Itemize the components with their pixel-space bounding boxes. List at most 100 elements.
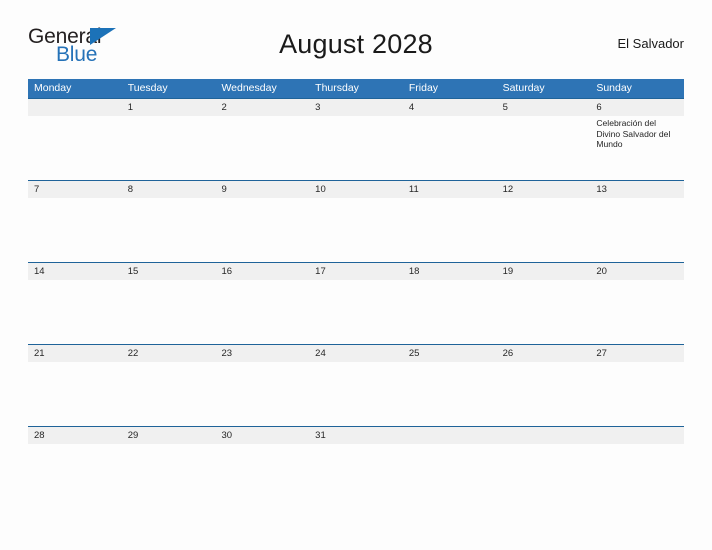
- day-cell[interactable]: [215, 444, 309, 508]
- day-cell[interactable]: [215, 116, 309, 180]
- day-cell[interactable]: [215, 280, 309, 344]
- week-date-band: 21 22 23 24 25 26 27: [28, 344, 684, 362]
- week-event-band: [28, 280, 684, 344]
- day-cell[interactable]: [215, 198, 309, 262]
- day-cell[interactable]: [28, 444, 122, 508]
- day-number[interactable]: 6: [590, 99, 684, 116]
- week-date-band: 1 2 3 4 5 6: [28, 98, 684, 116]
- calendar-weeks: 1 2 3 4 5 6 Celebración del Divino Salva…: [28, 98, 684, 508]
- day-cell[interactable]: [122, 362, 216, 426]
- day-number[interactable]: 12: [497, 181, 591, 198]
- day-number[interactable]: 15: [122, 263, 216, 280]
- day-cell[interactable]: [28, 362, 122, 426]
- day-cell[interactable]: [215, 362, 309, 426]
- day-cell[interactable]: [590, 280, 684, 344]
- calendar-week-row: 28 29 30 31: [28, 426, 684, 508]
- day-number[interactable]: 19: [497, 263, 591, 280]
- week-event-band: Celebración del Divino Salvador del Mund…: [28, 116, 684, 180]
- day-cell[interactable]: [403, 280, 497, 344]
- weekday-header-thursday: Thursday: [315, 82, 359, 94]
- week-event-band: [28, 444, 684, 508]
- day-number[interactable]: 27: [590, 345, 684, 362]
- day-cell[interactable]: [403, 198, 497, 262]
- week-event-band: [28, 198, 684, 262]
- day-cell[interactable]: [497, 280, 591, 344]
- day-cell[interactable]: [590, 444, 684, 508]
- weekday-header-row: Monday Tuesday Wednesday Thursday Friday…: [28, 79, 684, 98]
- weekday-header-tuesday: Tuesday: [127, 82, 168, 94]
- weekday-header-wednesday: Wednesday: [221, 82, 277, 94]
- day-cell[interactable]: [28, 116, 122, 180]
- day-event: Celebración del Divino Salvador del Mund…: [596, 118, 671, 150]
- week-date-band: 7 8 9 10 11 12 13: [28, 180, 684, 198]
- day-cell[interactable]: [309, 362, 403, 426]
- weekday-header-friday: Friday: [408, 82, 439, 94]
- calendar-week-row: 7 8 9 10 11 12 13: [28, 180, 684, 262]
- day-number[interactable]: 25: [403, 345, 497, 362]
- day-cell[interactable]: [28, 280, 122, 344]
- day-cell[interactable]: [590, 198, 684, 262]
- day-number[interactable]: [28, 99, 122, 116]
- calendar-grid: Monday Tuesday Wednesday Thursday Friday…: [28, 79, 684, 508]
- day-cell[interactable]: [122, 116, 216, 180]
- day-cell[interactable]: [497, 444, 591, 508]
- day-number[interactable]: 8: [122, 181, 216, 198]
- page-title: August 2028: [279, 29, 433, 59]
- day-number[interactable]: 2: [215, 99, 309, 116]
- week-date-band: 28 29 30 31: [28, 426, 684, 444]
- day-number[interactable]: 13: [590, 181, 684, 198]
- weekday-header-saturday: Saturday: [502, 82, 545, 94]
- day-number[interactable]: 4: [403, 99, 497, 116]
- day-cell[interactable]: [309, 444, 403, 508]
- day-cell[interactable]: [403, 116, 497, 180]
- day-cell[interactable]: [497, 198, 591, 262]
- day-number[interactable]: 30: [215, 427, 309, 444]
- day-cell[interactable]: [309, 280, 403, 344]
- calendar-page: General Blue August 2028 El Salvador Mon…: [0, 0, 712, 550]
- day-cell[interactable]: [28, 198, 122, 262]
- day-cell[interactable]: [590, 362, 684, 426]
- day-number[interactable]: 26: [497, 345, 591, 362]
- day-number[interactable]: 22: [122, 345, 216, 362]
- calendar-week-row: 1 2 3 4 5 6 Celebración del Divino Salva…: [28, 98, 684, 180]
- day-cell[interactable]: [403, 444, 497, 508]
- week-event-band: [28, 362, 684, 426]
- calendar-week-row: 21 22 23 24 25 26 27: [28, 344, 684, 426]
- day-number[interactable]: 14: [28, 263, 122, 280]
- weekday-header-monday: Monday: [34, 82, 72, 94]
- day-number[interactable]: 31: [309, 427, 403, 444]
- day-cell[interactable]: [309, 116, 403, 180]
- day-cell[interactable]: [122, 198, 216, 262]
- day-number[interactable]: 7: [28, 181, 122, 198]
- day-cell[interactable]: [497, 362, 591, 426]
- day-number[interactable]: 18: [403, 263, 497, 280]
- day-number[interactable]: 21: [28, 345, 122, 362]
- day-number[interactable]: [497, 427, 591, 444]
- day-number[interactable]: [590, 427, 684, 444]
- day-cell[interactable]: [403, 362, 497, 426]
- day-cell[interactable]: [122, 444, 216, 508]
- page-header: General Blue August 2028 El Salvador: [28, 22, 684, 72]
- day-number[interactable]: 17: [309, 263, 403, 280]
- day-number[interactable]: 9: [215, 181, 309, 198]
- day-number[interactable]: 5: [497, 99, 591, 116]
- day-number[interactable]: 1: [122, 99, 216, 116]
- day-number[interactable]: 20: [590, 263, 684, 280]
- day-cell[interactable]: Celebración del Divino Salvador del Mund…: [590, 116, 684, 180]
- country-label: El Salvador: [617, 36, 684, 51]
- day-cell[interactable]: [122, 280, 216, 344]
- day-number[interactable]: 3: [309, 99, 403, 116]
- day-number[interactable]: 23: [215, 345, 309, 362]
- day-number[interactable]: 11: [403, 181, 497, 198]
- week-date-band: 14 15 16 17 18 19 20: [28, 262, 684, 280]
- day-number[interactable]: 16: [215, 263, 309, 280]
- day-cell[interactable]: [309, 198, 403, 262]
- day-number[interactable]: 29: [122, 427, 216, 444]
- day-number[interactable]: 10: [309, 181, 403, 198]
- day-number[interactable]: 24: [309, 345, 403, 362]
- day-cell[interactable]: [497, 116, 591, 180]
- day-number[interactable]: 28: [28, 427, 122, 444]
- calendar-week-row: 14 15 16 17 18 19 20: [28, 262, 684, 344]
- weekday-header-sunday: Sunday: [596, 82, 632, 94]
- day-number[interactable]: [403, 427, 497, 444]
